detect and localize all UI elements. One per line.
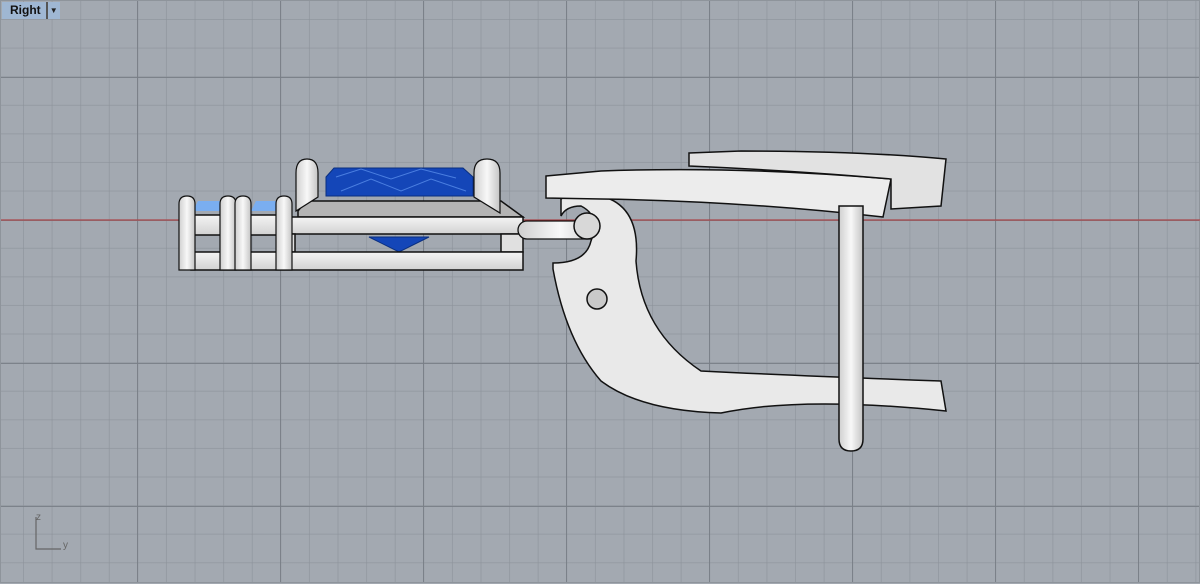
- axis-corner-icon: [35, 517, 61, 550]
- 3d-model-view: [1, 150, 1200, 452]
- z-axis-label: z: [36, 512, 41, 523]
- y-axis-label: y: [63, 540, 68, 551]
- viewport-title[interactable]: Right: [2, 2, 46, 19]
- small-gem: [193, 201, 223, 211]
- viewport-title-tab[interactable]: Right ▼: [2, 2, 60, 19]
- triangle-down-icon[interactable]: ▼: [45, 2, 60, 19]
- small-gem: [251, 201, 279, 211]
- bail-clasp: [545, 150, 947, 452]
- axis-widget: z y: [35, 512, 75, 560]
- viewport-right[interactable]: Right ▼ z y: [0, 0, 1200, 583]
